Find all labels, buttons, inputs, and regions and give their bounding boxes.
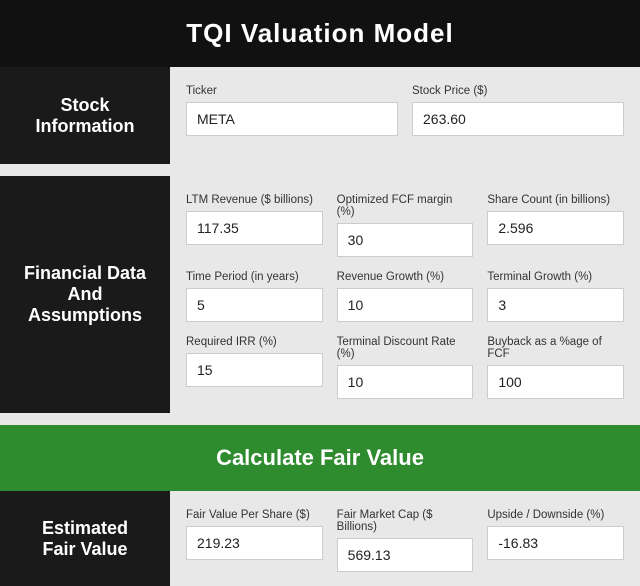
app-title: TQI Valuation Model xyxy=(186,18,453,48)
time-period-group: Time Period (in years) xyxy=(186,271,323,322)
stock-section-label: Stock Information xyxy=(0,67,170,164)
terminal-growth-input[interactable] xyxy=(487,288,624,322)
fair-market-cap-input[interactable] xyxy=(337,538,474,572)
terminal-growth-group: Terminal Growth (%) xyxy=(487,271,624,322)
upside-downside-group: Upside / Downside (%) xyxy=(487,509,624,572)
financial-section-label: Financial Data And Assumptions xyxy=(0,176,170,413)
share-count-input[interactable] xyxy=(487,211,624,245)
terminal-growth-label: Terminal Growth (%) xyxy=(487,271,624,283)
app-header: TQI Valuation Model xyxy=(0,0,640,67)
fair-value-share-group: Fair Value Per Share ($) xyxy=(186,509,323,572)
share-count-group: Share Count (in billions) xyxy=(487,194,624,257)
fcf-margin-group: Optimized FCF margin (%) xyxy=(337,194,474,257)
financial-row-3: Required IRR (%) Terminal Discount Rate … xyxy=(186,336,624,399)
fcf-margin-input[interactable] xyxy=(337,223,474,257)
results-section-content: Fair Value Per Share ($) Fair Market Cap… xyxy=(170,491,640,586)
fair-market-cap-label: Fair Market Cap ($ Billions) xyxy=(337,509,474,533)
fair-market-cap-group: Fair Market Cap ($ Billions) xyxy=(337,509,474,572)
revenue-growth-input[interactable] xyxy=(337,288,474,322)
fcf-margin-label: Optimized FCF margin (%) xyxy=(337,194,474,218)
stock-fields-row: Ticker Stock Price ($) xyxy=(186,85,624,136)
ltm-revenue-group: LTM Revenue ($ billions) xyxy=(186,194,323,257)
ticker-label: Ticker xyxy=(186,85,398,97)
upside-downside-label: Upside / Downside (%) xyxy=(487,509,624,521)
ltm-revenue-input[interactable] xyxy=(186,211,323,245)
stock-section-content: Ticker Stock Price ($) xyxy=(170,67,640,164)
upside-downside-input[interactable] xyxy=(487,526,624,560)
time-period-label: Time Period (in years) xyxy=(186,271,323,283)
spacer-2 xyxy=(0,417,640,425)
financial-section: Financial Data And Assumptions LTM Reven… xyxy=(0,176,640,417)
ltm-revenue-label: LTM Revenue ($ billions) xyxy=(186,194,323,206)
results-section-label: Estimated Fair Value xyxy=(0,491,170,586)
financial-section-content: LTM Revenue ($ billions) Optimized FCF m… xyxy=(170,176,640,413)
spacer-1 xyxy=(0,168,640,176)
required-irr-group: Required IRR (%) xyxy=(186,336,323,399)
buyback-label: Buyback as a %age of FCF xyxy=(487,336,624,360)
stock-section: Stock Information Ticker Stock Price ($) xyxy=(0,67,640,168)
terminal-discount-input[interactable] xyxy=(337,365,474,399)
required-irr-label: Required IRR (%) xyxy=(186,336,323,348)
price-field-group: Stock Price ($) xyxy=(412,85,624,136)
ticker-field-group: Ticker xyxy=(186,85,398,136)
price-input[interactable] xyxy=(412,102,624,136)
fair-value-share-label: Fair Value Per Share ($) xyxy=(186,509,323,521)
share-count-label: Share Count (in billions) xyxy=(487,194,624,206)
terminal-discount-label: Terminal Discount Rate (%) xyxy=(337,336,474,360)
calculate-button[interactable]: Calculate Fair Value xyxy=(0,425,640,491)
buyback-group: Buyback as a %age of FCF xyxy=(487,336,624,399)
time-period-input[interactable] xyxy=(186,288,323,322)
results-section: Estimated Fair Value Fair Value Per Shar… xyxy=(0,491,640,586)
required-irr-input[interactable] xyxy=(186,353,323,387)
revenue-growth-group: Revenue Growth (%) xyxy=(337,271,474,322)
fair-value-share-input[interactable] xyxy=(186,526,323,560)
terminal-discount-group: Terminal Discount Rate (%) xyxy=(337,336,474,399)
results-fields-row: Fair Value Per Share ($) Fair Market Cap… xyxy=(186,509,624,572)
revenue-growth-label: Revenue Growth (%) xyxy=(337,271,474,283)
financial-row-2: Time Period (in years) Revenue Growth (%… xyxy=(186,271,624,322)
price-label: Stock Price ($) xyxy=(412,85,624,97)
ticker-input[interactable] xyxy=(186,102,398,136)
financial-row-1: LTM Revenue ($ billions) Optimized FCF m… xyxy=(186,194,624,257)
buyback-input[interactable] xyxy=(487,365,624,399)
